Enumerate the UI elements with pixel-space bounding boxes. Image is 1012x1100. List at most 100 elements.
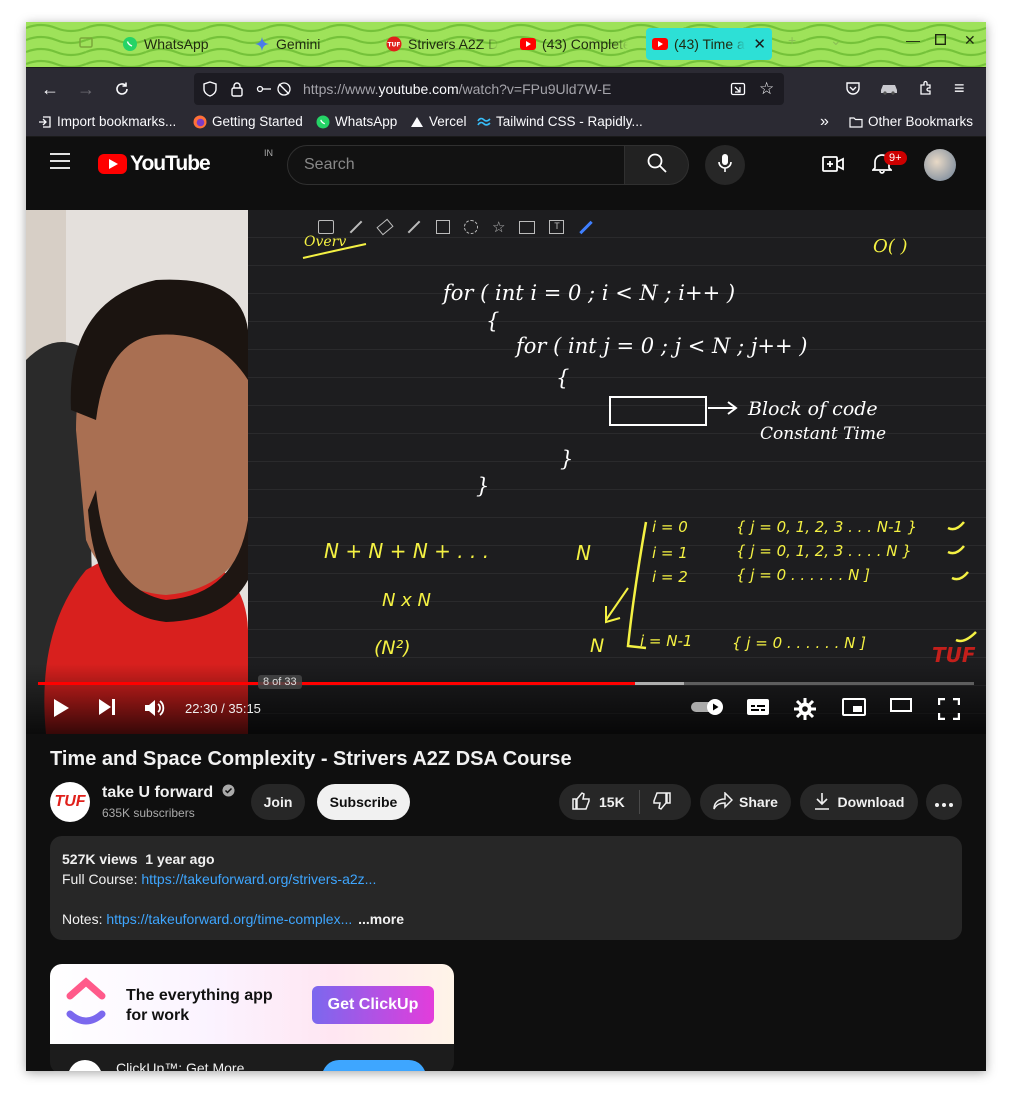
youtube-logo[interactable]: YouTube IN — [98, 148, 273, 176]
subscribe-button[interactable]: Subscribe — [317, 784, 410, 820]
channel-avatar[interactable]: TUF — [50, 782, 90, 822]
bookmark-getting-started[interactable]: Getting Started — [193, 114, 303, 129]
like-count[interactable]: 15K — [599, 794, 625, 810]
list-tabs-icon[interactable]: ⌄ — [830, 32, 842, 49]
voice-search-button[interactable] — [705, 145, 745, 185]
svg-text:O( ): O( ) — [873, 236, 908, 257]
svg-text:N: N — [590, 635, 604, 657]
search-button[interactable] — [625, 145, 689, 185]
hamburger-menu-icon[interactable] — [50, 153, 70, 174]
tab-time-and-space[interactable]: (43) Time an ✕ — [646, 28, 772, 60]
search-input[interactable]: Search — [287, 145, 625, 185]
bookmark-import[interactable]: Import bookmarks... — [38, 114, 176, 129]
svg-text:{: { — [486, 309, 499, 333]
dislike-icon[interactable] — [652, 791, 672, 814]
tab-whatsapp[interactable]: WhatsApp — [122, 28, 242, 60]
reader-view-icon[interactable] — [730, 81, 746, 102]
bookmark-other[interactable]: Other Bookmarks — [849, 114, 973, 129]
autoplay-toggle[interactable] — [690, 698, 726, 721]
create-video-icon[interactable] — [822, 153, 844, 180]
back-icon[interactable]: ← — [38, 77, 62, 101]
reload-icon[interactable] — [110, 77, 134, 101]
verified-check-icon — [222, 784, 235, 802]
svg-text:{ j = 0 . . . . . . N ]: { j = 0 . . . . . . N ] — [732, 634, 866, 652]
fullscreen-icon — [937, 697, 961, 725]
ad-banner[interactable]: The everything app for work Get ClickUp — [50, 964, 454, 1044]
tab-strivers[interactable]: TUF Strivers A2Z DS — [386, 28, 498, 60]
url-text[interactable]: https://www.youtube.com/watch?v=FPu9Uld7… — [303, 81, 611, 97]
share-icon — [713, 790, 734, 813]
address-bar[interactable]: https://www.youtube.com/watch?v=FPu9Uld7… — [194, 73, 784, 105]
volume-button[interactable] — [144, 698, 166, 723]
tracking-shield-icon[interactable] — [202, 81, 218, 102]
new-tab-icon[interactable]: + — [788, 32, 796, 48]
channel-name[interactable]: take U forward — [102, 784, 235, 802]
share-button[interactable]: Share — [700, 784, 791, 820]
next-icon — [98, 698, 116, 721]
like-icon[interactable] — [571, 791, 591, 814]
bookmark-tailwind[interactable]: Tailwind CSS - Rapidly... — [477, 114, 643, 129]
notes-link[interactable]: https://takeuforward.org/time-complex... — [106, 911, 352, 927]
svg-text:Constant Time: Constant Time — [760, 424, 886, 444]
clickup-logo-icon — [64, 976, 108, 1035]
show-more-button[interactable]: ...more — [358, 911, 404, 927]
account-avatar[interactable] — [924, 149, 956, 181]
miniplayer-button[interactable] — [842, 698, 866, 721]
svg-text:{ j = 0, 1, 2, 3 . . . . N }: { j = 0, 1, 2, 3 . . . . N } — [736, 542, 912, 560]
video-player[interactable]: ☆ T Overv O( ) for ( int i = 0 ; i < N ;… — [26, 210, 986, 734]
firefox-icon — [193, 115, 207, 129]
lock-icon[interactable] — [230, 81, 244, 102]
ad-cta-button[interactable] — [322, 1060, 426, 1071]
play-button[interactable] — [52, 698, 70, 723]
minimize-icon[interactable]: — — [906, 32, 920, 48]
whiteboard: ☆ T Overv O( ) for ( int i = 0 ; i < N ;… — [248, 210, 986, 734]
svg-text:N x N: N x N — [382, 590, 431, 611]
menu-icon[interactable]: ≡ — [954, 78, 965, 99]
close-window-icon[interactable]: ✕ — [964, 32, 976, 49]
settings-button[interactable] — [794, 698, 816, 725]
pocket-icon[interactable] — [845, 80, 861, 101]
get-clickup-button[interactable]: Get ClickUp — [312, 986, 434, 1024]
like-divider — [638, 790, 640, 814]
svg-text:Block of code: Block of code — [747, 398, 878, 420]
subtitles-button[interactable] — [746, 698, 770, 721]
extension-car-icon[interactable] — [879, 81, 899, 100]
notes-line: Notes: https://takeuforward.org/time-com… — [62, 911, 405, 927]
tab-overview-icon[interactable] — [78, 34, 94, 53]
tab-gemini[interactable]: Gemini — [254, 28, 374, 60]
bookmark-vercel[interactable]: Vercel — [410, 114, 467, 129]
next-button[interactable] — [98, 698, 116, 721]
svg-text:}: } — [476, 474, 489, 498]
fullscreen-button[interactable] — [937, 697, 961, 725]
join-button[interactable]: Join — [251, 784, 305, 820]
bookmark-star-icon[interactable]: ☆ — [759, 79, 774, 99]
close-tab-icon[interactable]: ✕ — [753, 35, 766, 53]
gemini-icon — [254, 36, 270, 52]
tab-complete[interactable]: (43) Complete — [520, 28, 628, 60]
extensions-icon[interactable] — [918, 80, 934, 101]
tailwind-icon — [477, 115, 491, 129]
more-actions-button[interactable] — [926, 784, 962, 820]
theater-mode-button[interactable] — [890, 698, 912, 717]
full-course-link[interactable]: https://takeuforward.org/strivers-a2z... — [141, 871, 376, 887]
tab-label: (43) Complete — [542, 36, 628, 52]
play-icon — [52, 698, 70, 723]
svg-text:Overv: Overv — [304, 234, 346, 250]
svg-text:i = N-1: i = N-1 — [640, 632, 692, 650]
progress-bar[interactable] — [38, 682, 974, 685]
svg-text:{: { — [556, 366, 569, 390]
navigation-bar: ← → https://www.youtube.com/watch?v=FPu9… — [26, 67, 986, 109]
forward-icon[interactable]: → — [74, 77, 98, 101]
permissions-icon[interactable] — [256, 81, 296, 102]
description-box[interactable]: 527K views 1 year ago Full Course: https… — [50, 836, 962, 940]
search-icon — [647, 153, 667, 178]
theater-icon — [890, 698, 912, 717]
maximize-icon[interactable] — [934, 32, 947, 48]
download-button[interactable]: Download — [800, 784, 918, 820]
bookmark-whatsapp[interactable]: WhatsApp — [316, 114, 397, 129]
chevron-more-icon[interactable]: » — [820, 113, 829, 131]
sponsored-ad[interactable]: The everything app for work Get ClickUp … — [50, 964, 454, 1071]
youtube-icon — [520, 36, 536, 52]
full-course-line: Full Course: https://takeuforward.org/st… — [62, 871, 377, 887]
svg-text:N + N + N + . . .: N + N + N + . . . — [324, 539, 489, 563]
